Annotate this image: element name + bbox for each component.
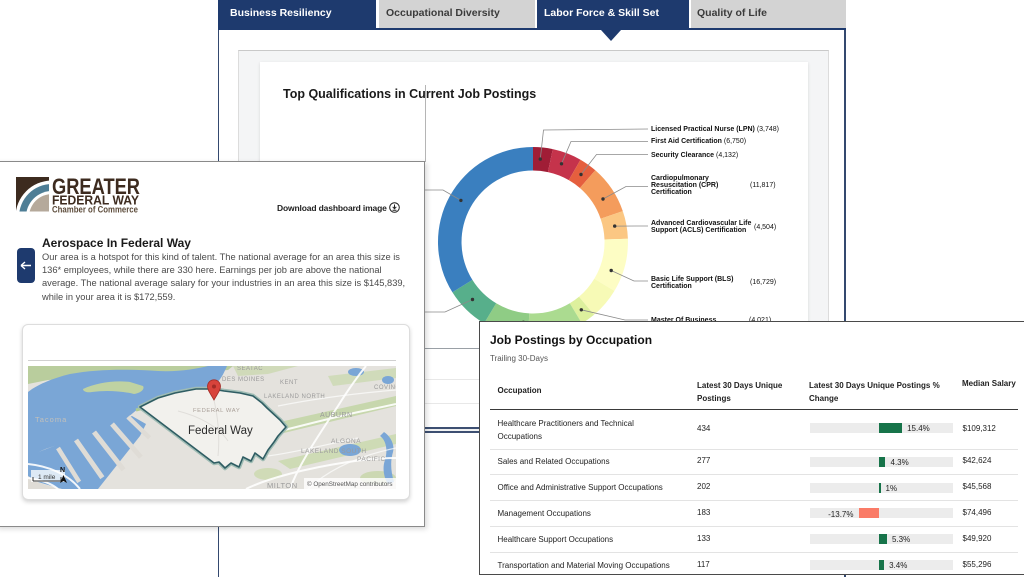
svg-text:LAKELAND SOUTH: LAKELAND SOUTH <box>301 448 367 455</box>
svg-text:KENT: KENT <box>280 380 298 386</box>
svg-text:© OpenStreetMap contributors: © OpenStreetMap contributors <box>307 480 393 488</box>
svg-text:PACIFIC: PACIFIC <box>357 456 386 463</box>
svg-text:1 mile: 1 mile <box>38 474 56 481</box>
svg-text:Chamber of Commerce: Chamber of Commerce <box>52 205 138 214</box>
svg-text:SEATAC: SEATAC <box>237 366 263 372</box>
svg-text:FEDERAL WAY: FEDERAL WAY <box>193 408 240 414</box>
svg-text:ALGONA: ALGONA <box>331 438 361 445</box>
svg-text:N: N <box>60 467 65 474</box>
svg-text:DES MOINES: DES MOINES <box>222 377 265 383</box>
svg-text:LAKELAND NORTH: LAKELAND NORTH <box>264 394 325 400</box>
svg-text:MILTON: MILTON <box>267 481 298 489</box>
svg-text:COVINGT: COVINGT <box>374 385 396 391</box>
svg-text:AUBURN: AUBURN <box>320 412 353 419</box>
svg-text:Federal Way: Federal Way <box>188 425 253 437</box>
svg-text:Tacoma: Tacoma <box>35 415 67 424</box>
